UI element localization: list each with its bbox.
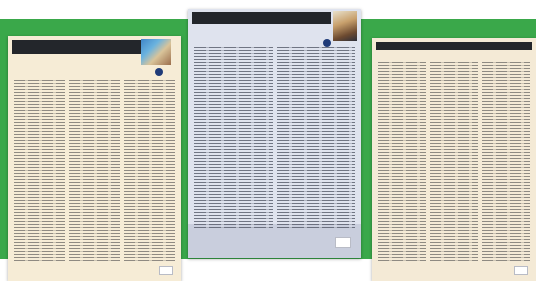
document-header-bar — [376, 42, 532, 50]
footer-text — [126, 267, 152, 275]
header-photo — [333, 11, 357, 41]
text-column — [14, 80, 65, 263]
footer-logo — [159, 266, 173, 275]
text-column — [430, 62, 478, 263]
document-title — [194, 27, 327, 43]
footer-text — [490, 267, 512, 275]
text-columns — [194, 47, 355, 228]
text-column — [194, 47, 273, 228]
document-middle — [188, 9, 361, 258]
document-right — [372, 38, 536, 281]
text-column — [378, 62, 426, 263]
document-header-bar — [12, 40, 141, 54]
document-left — [8, 36, 181, 281]
document-title — [378, 52, 530, 58]
text-column — [69, 80, 120, 263]
header-photo — [141, 39, 171, 65]
text-columns — [378, 62, 530, 263]
footer-text — [310, 240, 334, 246]
footer-logo — [514, 266, 528, 275]
logo-icon — [155, 68, 163, 76]
text-column — [276, 47, 355, 228]
document-header-bar — [192, 12, 331, 24]
text-column — [124, 80, 175, 263]
text-column — [482, 62, 530, 263]
footer-logo — [335, 237, 351, 248]
text-columns — [14, 80, 175, 263]
document-title — [14, 60, 135, 72]
